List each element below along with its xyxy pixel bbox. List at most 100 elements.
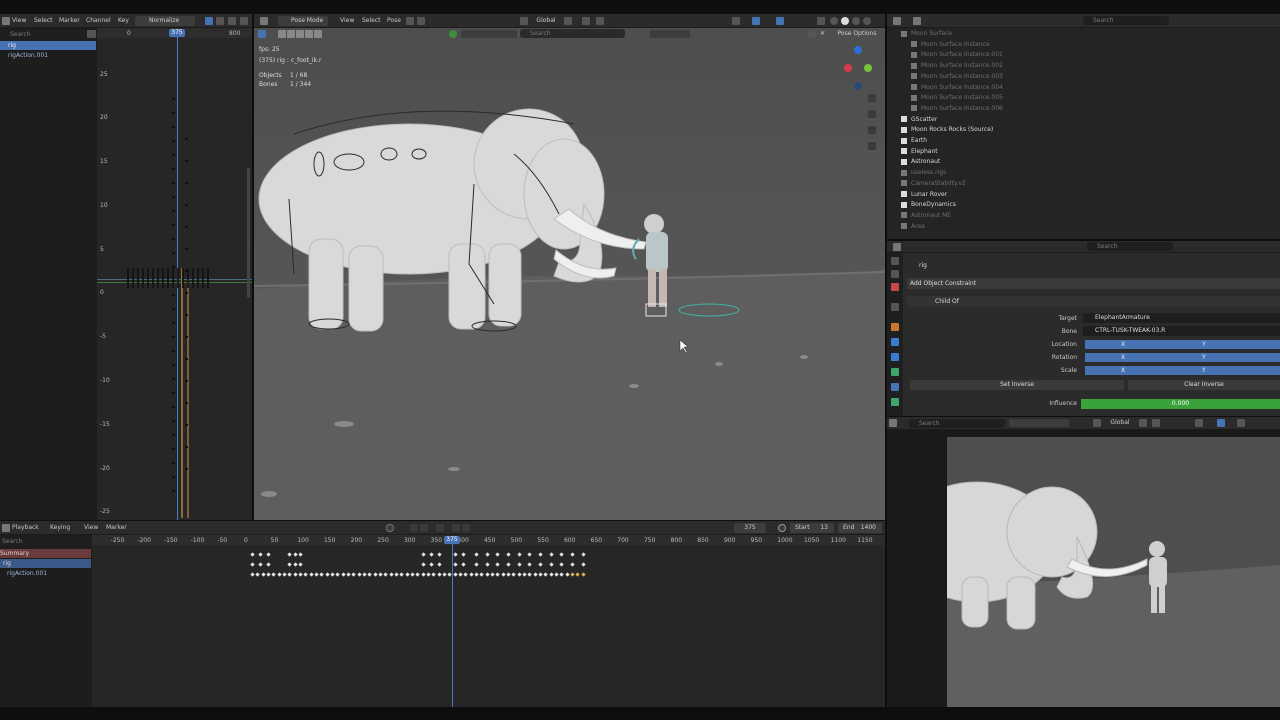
keyframe[interactable] (258, 552, 263, 557)
set-inverse-button[interactable]: Set Inverse (910, 380, 1124, 390)
loc-y[interactable]: Y (1202, 340, 1206, 349)
bone-field[interactable]: CTRL-TUSK-TWEAK-03.R (1083, 326, 1280, 336)
graph-area[interactable]: 0 800 375 (97, 28, 252, 520)
rotation-toggles[interactable]: XY (1085, 353, 1280, 362)
camera-icon[interactable] (868, 126, 876, 134)
keyframe[interactable] (389, 572, 394, 577)
keyframe[interactable] (437, 552, 442, 557)
keyframe[interactable] (538, 552, 543, 557)
keyframe[interactable] (527, 552, 532, 557)
orientation-icon[interactable] (1093, 419, 1101, 427)
keyframe[interactable] (357, 572, 362, 577)
outliner-row[interactable]: Moon Surface Instance.004 (887, 83, 1280, 94)
keyframe[interactable] (335, 572, 340, 577)
keyframe[interactable] (495, 562, 500, 567)
axis-neg-z-icon[interactable] (854, 82, 862, 90)
keyframe[interactable] (533, 572, 538, 577)
keyframe[interactable] (309, 572, 314, 577)
menu-channel[interactable]: Channel (86, 14, 111, 28)
scale-y[interactable]: Y (1202, 366, 1206, 375)
keyframe[interactable] (559, 562, 564, 567)
keyframe[interactable] (501, 572, 506, 577)
axis-x-icon[interactable] (844, 64, 852, 72)
keyframe[interactable] (485, 572, 490, 577)
jump-end-icon[interactable] (462, 524, 470, 532)
zoom-icon[interactable] (868, 94, 876, 102)
keyframe[interactable] (429, 552, 434, 557)
playhead-marker[interactable]: 375 (444, 536, 460, 544)
keyframe[interactable] (517, 562, 522, 567)
next-key-icon[interactable] (452, 524, 460, 532)
dopesheet-area[interactable]: -250 -200 -150 -100 -50 0 50 100 150 200 250 300 350… (92, 535, 885, 707)
keyframe[interactable] (437, 562, 442, 567)
keyframe[interactable] (570, 552, 575, 557)
outliner-row[interactable]: Area (887, 222, 1280, 233)
display-mode-icon[interactable] (913, 17, 921, 25)
jump-start-icon[interactable] (410, 524, 418, 532)
keyframe[interactable] (351, 572, 356, 577)
keyframe[interactable] (383, 572, 388, 577)
keyframe[interactable] (506, 552, 511, 557)
render-tab-icon[interactable] (891, 270, 899, 278)
outliner-row[interactable]: Moon Rocks Rocks (Source) (887, 125, 1280, 136)
outliner-row[interactable]: BoneDynamics (887, 200, 1280, 211)
keyframe[interactable] (341, 572, 346, 577)
keyframe[interactable] (367, 572, 372, 577)
playhead-marker[interactable]: 375 (169, 29, 185, 37)
outliner-row[interactable]: Moon Surface Instance.006 (887, 104, 1280, 115)
keyframe[interactable] (495, 572, 500, 577)
keyframe[interactable] (506, 572, 511, 577)
keyframe[interactable] (293, 572, 298, 577)
rot-x[interactable]: X (1121, 353, 1125, 362)
keyframe[interactable] (479, 572, 484, 577)
keyframe[interactable] (250, 552, 255, 557)
menu-playback[interactable]: Playback (12, 521, 39, 535)
keyframe[interactable] (517, 552, 522, 557)
tool-tab-icon[interactable] (891, 257, 899, 265)
keyframe[interactable] (522, 572, 527, 577)
keyframe[interactable] (314, 572, 319, 577)
keyframe[interactable] (421, 572, 426, 577)
editor-type-icon[interactable] (893, 17, 901, 25)
current-frame-field[interactable]: 375 (734, 523, 766, 533)
keyframe[interactable] (469, 572, 474, 577)
keyframe[interactable] (429, 562, 434, 567)
keyframe[interactable] (458, 572, 463, 577)
channel-action[interactable]: rigAction.001 (0, 569, 91, 578)
keyframe[interactable] (319, 572, 324, 577)
keyframe[interactable] (511, 572, 516, 577)
keyframe[interactable] (437, 572, 442, 577)
keyframe[interactable] (346, 572, 351, 577)
keyframe[interactable] (527, 562, 532, 567)
properties-search-input[interactable]: Search (1087, 242, 1173, 251)
graph-search-input[interactable]: Search (0, 30, 86, 39)
filter-visible-icon[interactable] (216, 17, 224, 25)
outliner-row[interactable]: CameraStabilty.v2 (887, 179, 1280, 190)
clear-inverse-button[interactable]: Clear Inverse (1128, 380, 1280, 390)
keyframe[interactable] (415, 572, 420, 577)
keyframe[interactable] (506, 562, 511, 567)
warning-icon[interactable] (228, 17, 236, 25)
keyframe[interactable] (559, 552, 564, 557)
keyframe[interactable] (405, 572, 410, 577)
navigation-gizmo[interactable] (838, 46, 878, 94)
keyframe[interactable] (559, 572, 564, 577)
outliner-row[interactable]: Lunar Rover (887, 190, 1280, 201)
scale-toggles[interactable]: XY (1085, 366, 1280, 375)
keyframe[interactable] (298, 562, 303, 567)
outliner-row[interactable]: Moon Surface Instance.002 (887, 61, 1280, 72)
keyframe[interactable] (399, 572, 404, 577)
keyframe[interactable] (394, 572, 399, 577)
outliner-search-input[interactable]: Search (1083, 16, 1169, 25)
editor-type-icon[interactable] (889, 419, 897, 427)
menu-marker[interactable]: Marker (59, 14, 80, 28)
outliner-row[interactable]: Moon Surface Instance.001 (887, 50, 1280, 61)
add-constraint-dropdown[interactable]: Add Object Constraint (907, 278, 1280, 289)
outliner-row[interactable]: Earth (887, 136, 1280, 147)
snap-icon[interactable] (1152, 419, 1160, 427)
outliner-row[interactable]: useless rigs (887, 168, 1280, 179)
viewport-3d[interactable]: Pose Mode View Select Pose Global Search… (254, 14, 885, 520)
keyframe[interactable] (453, 552, 458, 557)
axis-y-icon[interactable] (864, 64, 872, 72)
clock-icon[interactable] (778, 524, 786, 532)
